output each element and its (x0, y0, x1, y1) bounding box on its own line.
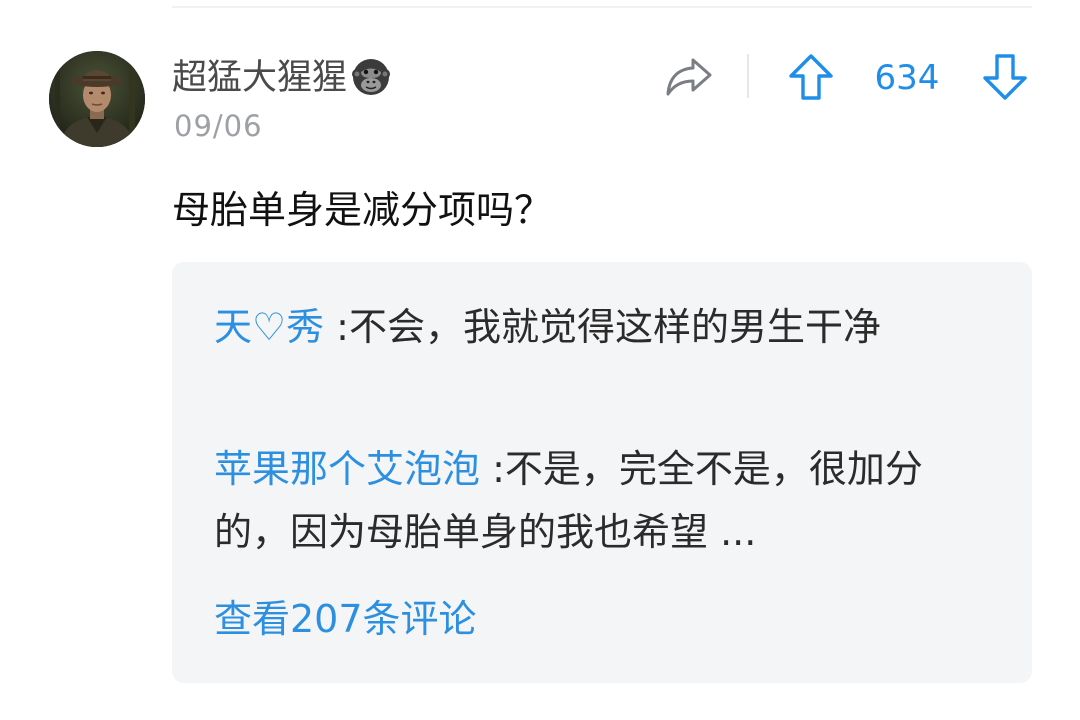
post-text[interactable]: 母胎单身是减分项吗？ (172, 184, 552, 236)
share-icon (666, 58, 712, 96)
comment-item[interactable]: 天♡秀 :不会，我就觉得这样的男生干净 (214, 296, 984, 359)
upvote-button[interactable] (787, 52, 835, 102)
comment-separator: : (492, 447, 505, 491)
arrow-down-icon (983, 54, 1027, 100)
vote-count: 634 (874, 58, 940, 98)
comment-separator: : (336, 305, 349, 349)
comments-preview[interactable]: 天♡秀 :不会，我就觉得这样的男生干净 苹果那个艾泡泡 :不是，完全不是，很加分… (172, 262, 1032, 683)
divider (172, 6, 1032, 8)
gorilla-icon (351, 56, 391, 96)
share-button[interactable] (662, 52, 716, 100)
avatar[interactable] (49, 51, 145, 147)
avatar-photo (49, 51, 145, 147)
username[interactable]: 超猛大猩猩 (172, 56, 391, 100)
post-date: 09/06 (174, 109, 263, 143)
username-text: 超猛大猩猩 (172, 58, 348, 98)
comment-author[interactable]: 苹果那个艾泡泡 (214, 447, 480, 491)
comment-author[interactable]: 天♡秀 (214, 305, 324, 349)
post-card: 超猛大猩猩 09/06 634 母胎单身是减分项吗？ 天♡秀:不会，我就觉得这… (0, 0, 1080, 720)
view-all-comments-link[interactable]: 查看207条评论 (214, 588, 477, 651)
actions-divider (747, 54, 749, 98)
comment-text: 不会，我就觉得这样的男生干净 (348, 305, 881, 349)
arrow-up-icon (789, 54, 833, 100)
downvote-button[interactable] (981, 52, 1029, 102)
comment-item[interactable]: 苹果那个艾泡泡 :不是，完全不是，很加分的，因为母胎单身的我也希望 ... (214, 438, 984, 564)
